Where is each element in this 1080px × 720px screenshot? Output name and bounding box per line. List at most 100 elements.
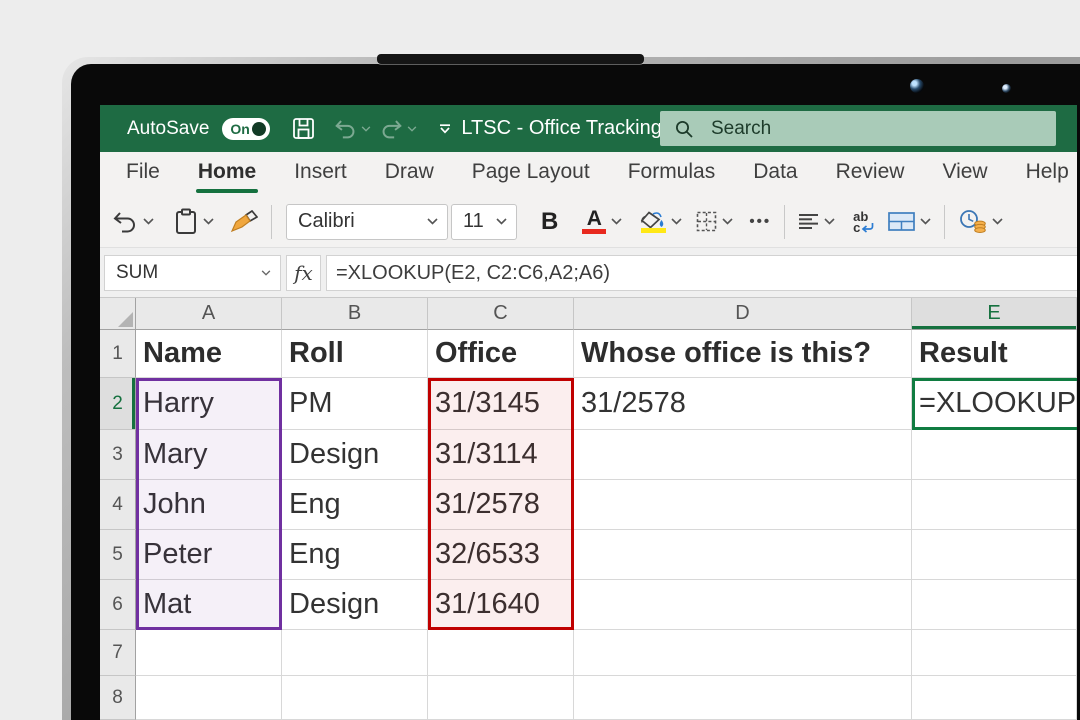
- tab-formulas[interactable]: Formulas: [609, 152, 735, 196]
- undo-button[interactable]: [112, 211, 154, 233]
- format-painter-icon[interactable]: [230, 210, 258, 234]
- cell-a6[interactable]: Mat: [136, 580, 282, 630]
- column-header-d[interactable]: D: [574, 298, 912, 330]
- more-options-button[interactable]: •••: [749, 213, 771, 230]
- clipboard-icon: [174, 208, 198, 235]
- cell-c3[interactable]: 31/3114: [428, 430, 574, 480]
- cell-d2[interactable]: 31/2578: [574, 378, 912, 430]
- cell-a4[interactable]: John: [136, 480, 282, 530]
- cell-a7[interactable]: [136, 630, 282, 676]
- tab-view[interactable]: View: [923, 152, 1006, 196]
- paste-button[interactable]: [174, 208, 214, 235]
- cell-c6[interactable]: 31/1640: [428, 580, 574, 630]
- tab-draw[interactable]: Draw: [366, 152, 453, 196]
- cell-e6[interactable]: [912, 580, 1077, 630]
- tab-page-layout[interactable]: Page Layout: [453, 152, 609, 196]
- search-placeholder: Search: [711, 118, 771, 140]
- undo-icon[interactable]: [334, 119, 371, 139]
- cell-b1[interactable]: Roll: [282, 330, 428, 378]
- save-icon[interactable]: [292, 117, 315, 140]
- row-header-7[interactable]: 7: [100, 630, 136, 676]
- column-header-e[interactable]: E: [912, 298, 1077, 330]
- search-input[interactable]: Search: [660, 111, 1056, 146]
- cell-d6[interactable]: [574, 580, 912, 630]
- wrap-text-button[interactable]: ab c: [853, 211, 874, 233]
- tab-data[interactable]: Data: [734, 152, 816, 196]
- autosave-toggle[interactable]: On: [222, 118, 270, 140]
- font-color-button[interactable]: A: [582, 209, 622, 234]
- cell-d3[interactable]: [574, 430, 912, 480]
- cell-a2[interactable]: Harry: [136, 378, 282, 430]
- cell-e2-active[interactable]: =XLOOKUP(E: [912, 378, 1077, 430]
- name-box[interactable]: SUM: [104, 255, 281, 291]
- row-header-3[interactable]: 3: [100, 430, 136, 480]
- insert-function-button[interactable]: fx: [286, 255, 321, 291]
- font-size-select[interactable]: 11: [451, 204, 517, 240]
- column-header-c[interactable]: C: [428, 298, 574, 330]
- redo-icon[interactable]: [380, 119, 417, 139]
- cell-grid: A B C D E 1 Name Roll Office Whose offic…: [100, 298, 1077, 720]
- cell-e7[interactable]: [912, 630, 1077, 676]
- tab-file[interactable]: File: [107, 152, 179, 196]
- fill-color-icon: [640, 211, 666, 233]
- cell-b8[interactable]: [282, 676, 428, 720]
- cell-e5[interactable]: [912, 530, 1077, 580]
- autosave-toggle-state: On: [230, 121, 249, 137]
- cell-c7[interactable]: [428, 630, 574, 676]
- cell-d5[interactable]: [574, 530, 912, 580]
- cell-a5[interactable]: Peter: [136, 530, 282, 580]
- borders-icon: [696, 211, 717, 232]
- number-format-button[interactable]: [958, 209, 1003, 234]
- cell-e8[interactable]: [912, 676, 1077, 720]
- cell-e1[interactable]: Result: [912, 330, 1077, 378]
- cell-e3[interactable]: [912, 430, 1077, 480]
- cell-b6[interactable]: Design: [282, 580, 428, 630]
- cell-d8[interactable]: [574, 676, 912, 720]
- cell-e4[interactable]: [912, 480, 1077, 530]
- worksheet: A B C D E 1 Name Roll Office Whose offic…: [100, 298, 1077, 720]
- cell-b5[interactable]: Eng: [282, 530, 428, 580]
- name-box-value: SUM: [116, 262, 158, 284]
- borders-button[interactable]: [696, 211, 733, 232]
- cell-c8[interactable]: [428, 676, 574, 720]
- align-button[interactable]: [798, 213, 835, 230]
- cell-a1[interactable]: Name: [136, 330, 282, 378]
- cell-d1[interactable]: Whose office is this?: [574, 330, 912, 378]
- title-chevron-bar-icon[interactable]: [438, 124, 452, 134]
- tab-home[interactable]: Home: [179, 152, 275, 196]
- cell-c2[interactable]: 31/3145: [428, 378, 574, 430]
- autosave-toggle-knob: [252, 122, 266, 136]
- webcam-icon: [910, 79, 924, 93]
- tab-help[interactable]: Help: [1007, 152, 1077, 196]
- row-header-1[interactable]: 1: [100, 330, 136, 378]
- column-header-b[interactable]: B: [282, 298, 428, 330]
- laptop-lid-notch: [377, 54, 644, 64]
- cell-c4[interactable]: 31/2578: [428, 480, 574, 530]
- tab-review[interactable]: Review: [817, 152, 924, 196]
- cell-c5[interactable]: 32/6533: [428, 530, 574, 580]
- font-name-select[interactable]: Calibri: [286, 204, 448, 240]
- cell-d4[interactable]: [574, 480, 912, 530]
- fill-color-button[interactable]: [640, 211, 682, 233]
- tab-insert[interactable]: Insert: [275, 152, 366, 196]
- row-header-8[interactable]: 8: [100, 676, 136, 720]
- cell-c1[interactable]: Office: [428, 330, 574, 378]
- column-header-a[interactable]: A: [136, 298, 282, 330]
- cell-b2[interactable]: PM: [282, 378, 428, 430]
- merge-cells-button[interactable]: [888, 212, 931, 231]
- row-header-5[interactable]: 5: [100, 530, 136, 580]
- bold-button[interactable]: B: [541, 208, 558, 236]
- cell-b3[interactable]: Design: [282, 430, 428, 480]
- cell-d7[interactable]: [574, 630, 912, 676]
- row-header-6[interactable]: 6: [100, 580, 136, 630]
- cell-a8[interactable]: [136, 676, 282, 720]
- cell-a3[interactable]: Mary: [136, 430, 282, 480]
- formula-text: =XLOOKUP(E2, C2:C6,A2;A6): [336, 262, 610, 285]
- cell-b4[interactable]: Eng: [282, 480, 428, 530]
- search-icon: [674, 119, 694, 139]
- row-header-2[interactable]: 2: [100, 378, 136, 430]
- formula-input[interactable]: =XLOOKUP(E2, C2:C6,A2;A6): [326, 255, 1077, 291]
- cell-b7[interactable]: [282, 630, 428, 676]
- select-all-button[interactable]: [100, 298, 136, 330]
- row-header-4[interactable]: 4: [100, 480, 136, 530]
